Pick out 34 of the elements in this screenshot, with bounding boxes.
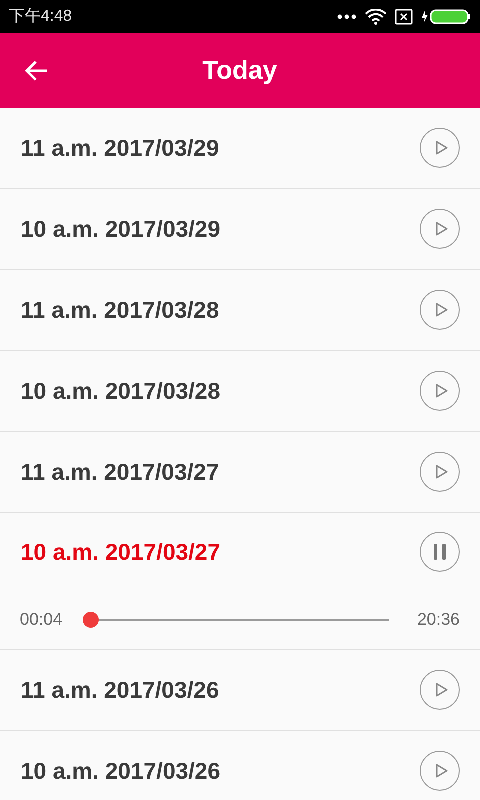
- play-icon: [436, 303, 448, 317]
- wifi-icon: [365, 8, 387, 24]
- play-button[interactable]: [420, 751, 460, 791]
- play-icon: [436, 683, 448, 697]
- recording-title: 11 a.m. 2017/03/29: [21, 134, 220, 163]
- recording-title: 11 a.m. 2017/03/26: [21, 676, 220, 705]
- recording-title: 10 a.m. 2017/03/27: [21, 538, 220, 567]
- play-button[interactable]: [420, 371, 460, 411]
- recording-title: 10 a.m. 2017/03/29: [21, 214, 220, 244]
- battery-icon: [421, 8, 471, 24]
- back-arrow-icon: [25, 60, 49, 82]
- play-icon: [436, 465, 448, 479]
- more-icon: [337, 14, 357, 20]
- recording-title: 11 a.m. 2017/03/27: [21, 458, 220, 487]
- recording-title: 10 a.m. 2017/03/26: [21, 756, 220, 786]
- no-sim-icon: [395, 8, 413, 24]
- play-button[interactable]: [420, 209, 460, 249]
- slider-thumb[interactable]: [83, 612, 100, 628]
- recording-title: 10 a.m. 2017/03/28: [21, 376, 220, 406]
- elapsed-time: 00:04: [20, 609, 63, 632]
- play-button[interactable]: [420, 290, 460, 330]
- pause-button[interactable]: [420, 532, 460, 572]
- play-button[interactable]: [420, 670, 460, 710]
- play-icon: [436, 764, 448, 778]
- recording-title: 11 a.m. 2017/03/28: [21, 296, 220, 325]
- play-button[interactable]: [420, 128, 460, 168]
- play-icon: [436, 222, 448, 236]
- play-icon: [436, 384, 448, 398]
- screen-title: Today: [202, 54, 278, 87]
- play-icon: [436, 141, 448, 155]
- pause-icon: [434, 544, 446, 560]
- play-button[interactable]: [420, 452, 460, 492]
- status-time: 下午4:48: [9, 6, 72, 26]
- total-duration: 20:36: [417, 609, 460, 632]
